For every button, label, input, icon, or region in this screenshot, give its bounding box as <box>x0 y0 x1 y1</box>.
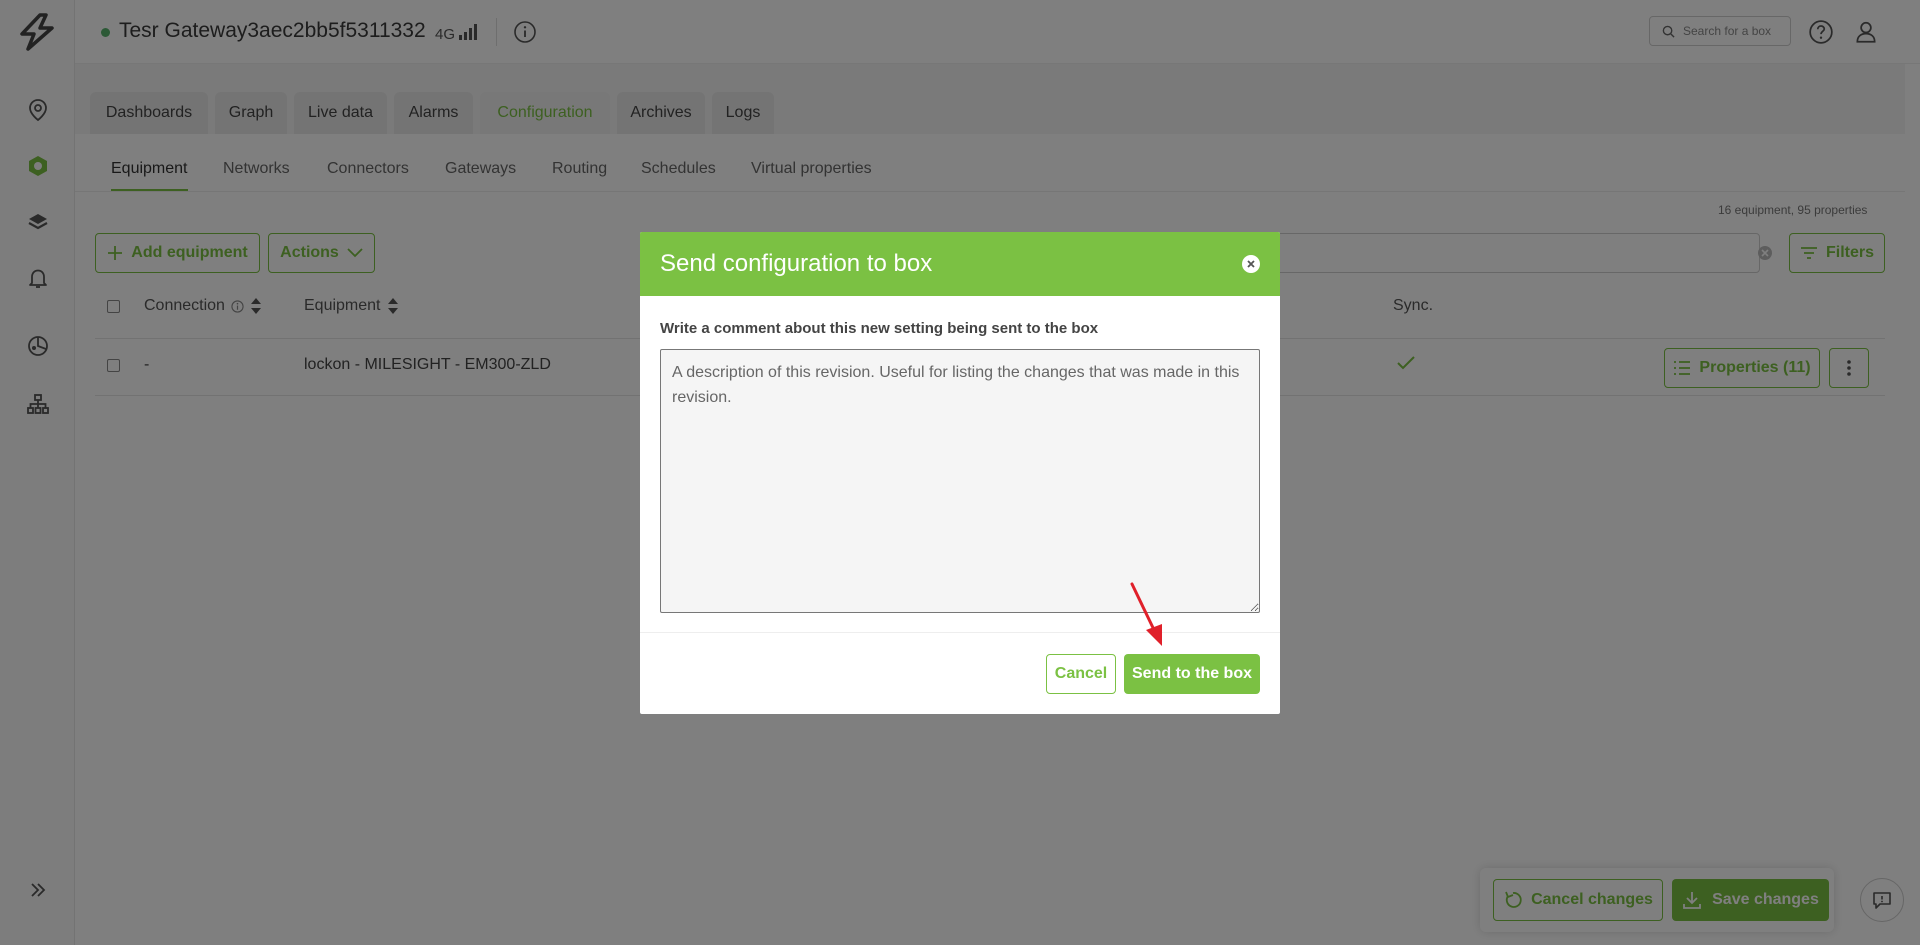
comment-textarea[interactable] <box>660 349 1260 613</box>
dialog-divider <box>640 632 1280 633</box>
annotation-arrow-icon <box>1130 582 1162 646</box>
cancel-button[interactable]: Cancel <box>1046 654 1116 694</box>
dialog-title: Send configuration to box <box>660 250 933 277</box>
send-to-box-button[interactable]: Send to the box <box>1124 654 1260 694</box>
dialog-header: Send configuration to box <box>640 232 1280 296</box>
send-configuration-dialog: Send configuration to box Write a commen… <box>640 232 1280 714</box>
close-icon[interactable] <box>1242 255 1260 273</box>
comment-label: Write a comment about this new setting b… <box>660 320 1099 337</box>
